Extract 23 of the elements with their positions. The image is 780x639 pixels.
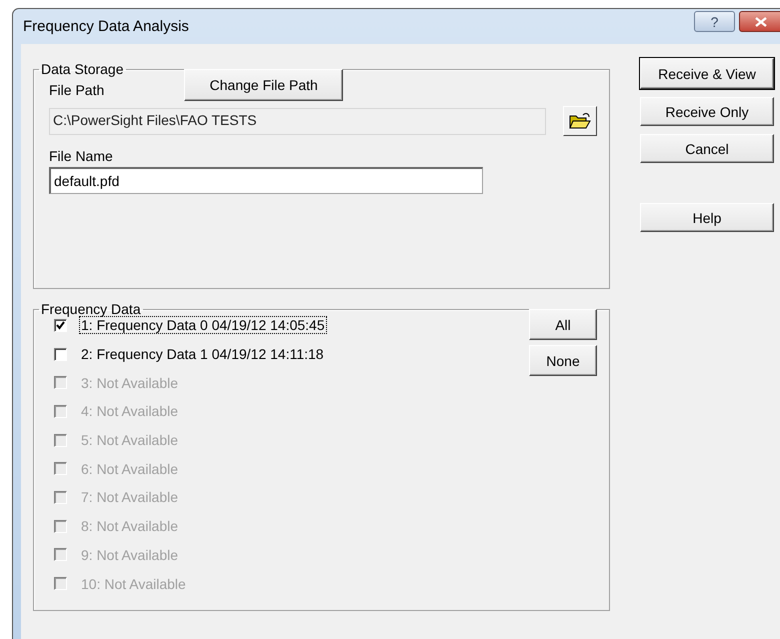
browse-folder-button[interactable]	[563, 106, 597, 136]
close-icon	[755, 16, 767, 26]
file-path-field: C:\PowerSight Files\FAO TESTS	[49, 108, 546, 134]
field-label: File Name	[49, 148, 114, 164]
select-button[interactable]: All	[529, 309, 597, 340]
folder-icon	[569, 112, 591, 130]
dialog-button[interactable]: Receive & View	[640, 58, 774, 89]
group-legend: Frequency Data	[39, 301, 143, 317]
dialog-button[interactable]: Cancel	[640, 134, 774, 163]
window-title: Frequency Data Analysis	[22, 18, 189, 35]
group-legend: Data Storage	[39, 61, 126, 77]
checkbox[interactable]	[54, 348, 67, 361]
field-label: File Path	[49, 82, 104, 98]
checkbox[interactable]	[54, 318, 67, 332]
dialog-button[interactable]: Help	[640, 203, 774, 232]
select-button[interactable]: None	[529, 345, 597, 376]
file-name-field[interactable]: default.pfd	[49, 167, 483, 194]
change-file-path-button[interactable]: Change File Path	[184, 69, 344, 101]
checkbox-label[interactable]: 2: Frequency Data 1 04/19/12 14:11:18	[79, 345, 326, 364]
checkbox-label[interactable]: 1: Frequency Data 0 04/19/12 14:05:45	[79, 316, 327, 334]
help-button[interactable]: ?	[694, 11, 735, 32]
close-button[interactable]	[739, 11, 780, 32]
dialog-button[interactable]: Receive Only	[640, 97, 774, 126]
